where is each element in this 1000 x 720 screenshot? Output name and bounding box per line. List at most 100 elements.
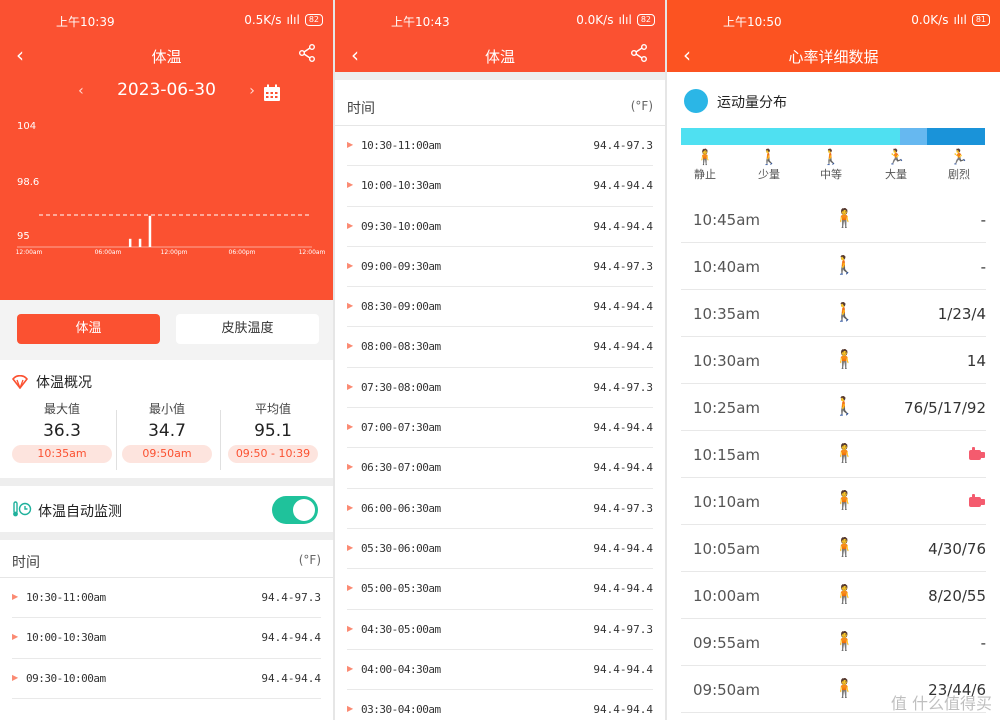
- list-item[interactable]: ▶ 10:00-10:30am 94.4-94.4: [12, 618, 321, 659]
- list-item[interactable]: ▶ 10:30-11:00am 94.4-97.3: [347, 126, 653, 167]
- heart-rate-values: 1/23/4: [937, 305, 986, 323]
- auto-monitor-toggle[interactable]: [272, 496, 318, 524]
- standing-person-icon: 🧍: [833, 208, 856, 229]
- temperature-range: 94.4-94.4: [261, 631, 321, 645]
- standing-person-icon: 🧍: [833, 537, 856, 558]
- walking-person-icon: 🚶: [833, 255, 856, 276]
- list-item[interactable]: ▶ 04:00-04:30am 94.4-94.4: [347, 650, 653, 691]
- expand-icon: ▶: [347, 623, 354, 633]
- walking-person-icon: 🚶: [833, 302, 856, 323]
- heart-rate-row[interactable]: 10:30am 🧍 14: [681, 337, 986, 384]
- temperature-fan-icon: [12, 375, 28, 389]
- heart-rate-row[interactable]: 10:25am 🚶 76/5/17/92: [681, 384, 986, 431]
- list-item[interactable]: ▶ 10:30-11:00am 94.4-97.3: [12, 578, 321, 619]
- status-time: 上午10:39: [56, 15, 115, 29]
- expand-icon: ▶: [347, 140, 354, 149]
- time-range: 10:00-10:30am: [26, 631, 106, 645]
- battery-icon: 82: [304, 14, 323, 26]
- heart-rate-row[interactable]: 10:15am 🧍: [681, 431, 986, 478]
- page-title: 体温: [151, 48, 182, 66]
- standing-person-icon: 🧍: [833, 678, 856, 699]
- list-item[interactable]: ▶ 05:00-05:30am 94.4-94.4: [347, 569, 653, 610]
- status-time: 上午10:50: [723, 15, 782, 29]
- auto-monitor-row: 体温自动监测: [0, 486, 333, 532]
- status-bar: 上午10:43 0.0K/s ılıl 82: [335, 0, 665, 38]
- page-title: 心率详细数据: [788, 48, 879, 66]
- activity-level-name: 剧烈: [948, 168, 970, 181]
- tab-bar: 体温 皮肤温度: [0, 300, 333, 360]
- temperature-range: 94.4-94.4: [261, 671, 321, 685]
- activity-level-3: 🏃 大量: [876, 148, 916, 182]
- heart-rate-row[interactable]: 10:40am 🚶 -: [681, 243, 986, 290]
- heart-rate-values: -: [980, 634, 986, 652]
- temperature-bar: [128, 238, 132, 247]
- time-range: 06:30-07:00am: [361, 461, 441, 475]
- tab-skin-temperature[interactable]: 皮肤温度: [176, 314, 319, 344]
- avg-time: 09:50 - 10:39: [228, 445, 318, 463]
- list-item[interactable]: ▶ 05:30-06:00am 94.4-94.4: [347, 529, 653, 570]
- activity-level-name: 少量: [758, 168, 780, 181]
- temperature-range: 94.4-94.4: [593, 703, 653, 717]
- header: ‹ 体温: [0, 38, 333, 72]
- max-label: 最大值: [43, 402, 80, 416]
- heart-rate-values: -: [980, 211, 986, 229]
- status-time: 上午10:43: [391, 15, 450, 29]
- section-divider: [0, 478, 333, 486]
- list-item[interactable]: ▶ 09:30-10:00am 94.4-94.4: [347, 207, 653, 247]
- expand-icon: ▶: [347, 301, 354, 311]
- list-item[interactable]: ▶ 07:00-07:30am 94.4-94.4: [347, 408, 653, 449]
- list-item[interactable]: ▶ 08:30-09:00am 94.4-94.4: [347, 287, 653, 328]
- tab-body-temperature[interactable]: 体温: [17, 314, 160, 344]
- activity-level-legend: 🧍 静止 🚶 少量 🚶 中等 🏃 大量 🏃 剧烈: [681, 148, 985, 188]
- list-item[interactable]: ▶ 10:00-10:30am 94.4-94.4: [347, 166, 653, 207]
- summary-title-text: 体温概况: [36, 375, 92, 391]
- row-time: 09:50am: [693, 681, 761, 699]
- time-range: 10:30-11:00am: [26, 591, 106, 604]
- row-time: 10:25am: [693, 399, 761, 417]
- heart-rate-row[interactable]: 10:00am 🧍 8/20/55: [681, 572, 986, 619]
- expand-icon: ▶: [347, 180, 354, 190]
- list-item[interactable]: ▶ 04:30-05:00am 94.4-97.3: [347, 610, 653, 650]
- avg-value: 95.1: [254, 421, 292, 441]
- next-date-icon[interactable]: ›: [249, 83, 255, 99]
- standing-person-icon: 🧍: [695, 148, 715, 166]
- list-item[interactable]: ▶ 03:30-04:00am 94.4-94.4: [347, 690, 653, 720]
- list-item[interactable]: ▶ 08:00-08:30am 94.4-94.4: [347, 327, 653, 368]
- time-range: 10:00-10:30am: [361, 179, 441, 193]
- calendar-icon[interactable]: [263, 84, 281, 102]
- x-tick-label: 12:00am: [299, 249, 326, 256]
- hand-icon: [969, 447, 985, 460]
- heart-rate-row[interactable]: 10:35am 🚶 1/23/4: [681, 290, 986, 337]
- list-item[interactable]: ▶ 09:00-09:30am 94.4-97.3: [347, 247, 653, 288]
- prev-date-icon[interactable]: ‹: [78, 83, 84, 99]
- walking-person-icon: 🚶: [833, 396, 856, 417]
- share-icon[interactable]: [297, 43, 317, 63]
- battery-icon: 82: [636, 14, 655, 26]
- temperature-list: ▶ 10:30-11:00am 94.4-97.3 ▶ 10:00-10:30am 94.…: [0, 578, 333, 699]
- activity-level-name: 中等: [820, 168, 842, 181]
- list-item[interactable]: ▶ 07:30-08:00am 94.4-97.3: [347, 368, 653, 409]
- signal-icon: ılıl: [286, 13, 300, 27]
- temperature-bar: [138, 238, 142, 247]
- temperature-summary: 体温概况 最大值 36.3 10:35am 最小值 34.7 09:50am 平…: [0, 360, 333, 478]
- temperature-range: 94.4-97.3: [593, 380, 653, 394]
- list-item[interactable]: ▶ 09:30-10:00am 94.4-94.4: [12, 659, 321, 699]
- heart-rate-values: 8/20/55: [928, 587, 986, 605]
- expand-icon: ▶: [347, 704, 354, 714]
- heart-rate-row[interactable]: 09:55am 🧍 -: [681, 619, 986, 666]
- heart-rate-row[interactable]: 10:10am 🧍: [681, 478, 986, 525]
- temperature-range: 94.4-94.4: [593, 541, 653, 555]
- heart-rate-values: -: [980, 258, 986, 276]
- temperature-range: 94.4-97.3: [593, 259, 653, 273]
- list-item[interactable]: ▶ 06:00-06:30am 94.4-97.3: [347, 489, 653, 529]
- row-time: 10:10am: [693, 493, 761, 511]
- min-label: 最小值: [148, 402, 185, 416]
- share-icon[interactable]: [629, 43, 649, 63]
- activity-distribution-header: 运动量分布: [667, 72, 1000, 128]
- heart-rate-row[interactable]: 10:05am 🧍 4/30/76: [681, 525, 986, 572]
- heart-rate-row[interactable]: 10:45am 🧍 -: [681, 196, 986, 243]
- standing-person-icon: 🧍: [833, 349, 856, 370]
- x-tick-label: 06:00pm: [229, 249, 256, 256]
- list-item[interactable]: ▶ 06:30-07:00am 94.4-94.4: [347, 448, 653, 489]
- temperature-range: 94.4-97.3: [593, 501, 653, 515]
